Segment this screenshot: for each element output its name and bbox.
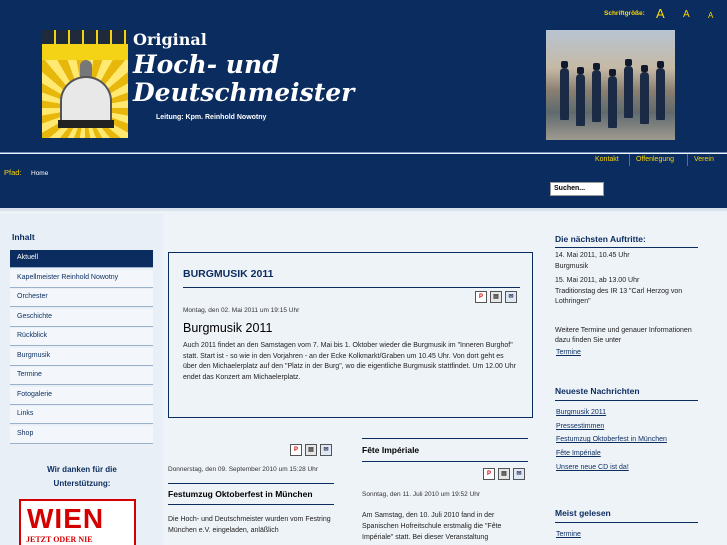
section-divider (555, 522, 698, 523)
sponsor-thanks: Wir danken für die Unterstützung: (47, 465, 117, 488)
most-read-title: Meist gelesen (555, 508, 611, 518)
musician-figure (640, 65, 649, 124)
left-sidebar: Inhalt Aktuell Kapellmeister Reinhold No… (0, 214, 163, 545)
logo-text-original: Original (133, 30, 207, 49)
sidebar-item-fotogalerie[interactable]: Fotogalerie (10, 387, 153, 405)
article-oktoberfest: Donnerstag, den 09. September 2010 um 15… (168, 465, 334, 536)
sponsor-logo[interactable]: WIEN JETZT ODER NIE (19, 499, 136, 545)
article-heading: Burgmusik 2011 (183, 321, 273, 335)
pdf-icon[interactable]: P (475, 291, 487, 303)
article-divider (362, 461, 528, 462)
sidebar-item-rueckblick[interactable]: Rückblick (10, 328, 153, 346)
termine-link[interactable]: Termine (556, 349, 581, 356)
news-link[interactable]: Festumzug Oktoberfest in München (556, 436, 667, 443)
fontsize-large-button[interactable]: A (656, 6, 665, 21)
fontsize-label: Schriftgröße: (604, 10, 645, 17)
article-fete-imperiale: Fête Impériale (362, 438, 528, 462)
article-icons: P ▤ ✉ (290, 444, 332, 456)
band-photo (546, 30, 675, 140)
article-body: Auch 2011 findet an den Samstagen vom 7.… (183, 342, 516, 381)
sidebar-item-geschichte[interactable]: Geschichte (10, 309, 153, 327)
event-2-place: Traditionstag des IR 13 "Carl Herzog von… (555, 288, 683, 305)
logo-text-deutschmeister: Deutschmeister (133, 78, 355, 107)
article-title[interactable]: Fête Impériale (362, 445, 528, 455)
nav-bar: Kontakt Offenlegung Verein Pfad: Home Su… (0, 154, 727, 211)
logo-leitung: Leitung: Kpm. Reinhold Nowotny (156, 114, 267, 121)
article-date: Sonntag, den 11. Juli 2010 um 19:52 Uhr (362, 491, 481, 498)
musician-figure (560, 61, 569, 120)
email-icon[interactable]: ✉ (513, 468, 525, 480)
news-link[interactable]: Fête Impériale (556, 450, 601, 457)
toplink-divider (629, 154, 630, 166)
page: Original Hoch- und Deutschmeister Leitun… (0, 0, 727, 545)
print-icon[interactable]: ▤ (490, 291, 502, 303)
musician-figure (576, 67, 585, 126)
logo-triangle-border (42, 30, 128, 44)
breadcrumb-label: Pfad: (4, 168, 22, 177)
article-divider (168, 504, 334, 505)
toplink-divider (687, 154, 688, 166)
news-link[interactable]: Unsere neue CD ist da! (556, 464, 629, 471)
musician-figure (624, 59, 633, 118)
more-info-text: Weitere Termine und genauer Informatione… (555, 327, 692, 344)
article-date: Donnerstag, den 09. September 2010 um 15… (168, 466, 318, 473)
article-body: Am Samstag, den 10. Juli 2010 fand in de… (362, 512, 502, 541)
sidebar-title: Inhalt (12, 232, 35, 242)
sidebar-item-orchester[interactable]: Orchester (10, 289, 153, 307)
logo-emblem (42, 30, 128, 138)
most-read-link[interactable]: Termine (556, 531, 581, 538)
helmet-band (58, 120, 114, 128)
toplink-kontakt[interactable]: Kontakt (595, 156, 619, 163)
musician-figure (592, 63, 601, 122)
section-divider (555, 247, 698, 248)
article-icons: P ▤ ✉ (475, 291, 517, 303)
sidebar-item-aktuell[interactable]: Aktuell (10, 250, 153, 268)
site-header: Original Hoch- und Deutschmeister Leitun… (0, 0, 727, 153)
right-sidebar: Die nächsten Auftritte: 14. Mai 2011, 10… (545, 214, 727, 545)
musician-figure (656, 61, 665, 120)
article-divider (183, 287, 520, 288)
upcoming-title: Die nächsten Auftritte: (555, 234, 646, 244)
section-divider (555, 400, 698, 401)
sidebar-item-kapellmeister[interactable]: Kapellmeister Reinhold Nowotny (10, 270, 153, 288)
sidebar-item-termine[interactable]: Termine (10, 367, 153, 385)
print-icon[interactable]: ▤ (498, 468, 510, 480)
article-body: Die Hoch- und Deutschmeister wurden vom … (168, 516, 331, 534)
sponsor-logo-slogan: JETZT ODER NIE (26, 535, 93, 544)
pdf-icon[interactable]: P (290, 444, 302, 456)
sidebar-item-shop[interactable]: Shop (10, 426, 153, 444)
article-date: Montag, den 02. Mai 2011 um 19:15 Uhr (183, 307, 300, 314)
logo-text-hoch: Hoch- und (133, 50, 280, 79)
email-icon[interactable]: ✉ (320, 444, 332, 456)
article-fete-imperiale-body: Sonntag, den 11. Juli 2010 um 19:52 Uhr … (362, 490, 530, 543)
article-title[interactable]: BURGMUSIK 2011 (183, 268, 273, 280)
breadcrumb-home-link[interactable]: Home (31, 170, 48, 177)
article-divider (362, 438, 528, 439)
event-1-place: Burgmusik (555, 263, 589, 270)
sidebar-item-links[interactable]: Links (10, 406, 153, 424)
fontsize-small-button[interactable]: A (708, 11, 713, 20)
article-icons: P ▤ ✉ (483, 468, 525, 480)
news-link[interactable]: Burgmusik 2011 (556, 409, 606, 416)
email-icon[interactable]: ✉ (505, 291, 517, 303)
article-title[interactable]: Festumzug Oktoberfest in München (168, 489, 334, 499)
event-1-date: 14. Mai 2011, 10.45 Uhr (555, 252, 630, 259)
article-divider (168, 483, 334, 484)
helmet-icon (60, 76, 112, 126)
sidebar-item-burgmusik[interactable]: Burgmusik (10, 348, 153, 366)
toplink-offenlegung[interactable]: Offenlegung (636, 156, 674, 163)
print-icon[interactable]: ▤ (305, 444, 317, 456)
event-2-date: 15. Mai 2011, ab 13.00 Uhr (555, 277, 640, 284)
search-input[interactable]: Suchen... (550, 182, 604, 196)
fontsize-medium-button[interactable]: A (683, 9, 690, 20)
news-link[interactable]: Pressestimmen (556, 423, 604, 430)
sponsor-logo-text: WIEN (27, 503, 105, 534)
musician-figure (608, 69, 617, 128)
pdf-icon[interactable]: P (483, 468, 495, 480)
toplink-verein[interactable]: Verein (694, 156, 714, 163)
main-article: BURGMUSIK 2011 P ▤ ✉ Montag, den 02. Mai… (168, 252, 533, 418)
news-title: Neueste Nachrichten (555, 386, 640, 396)
